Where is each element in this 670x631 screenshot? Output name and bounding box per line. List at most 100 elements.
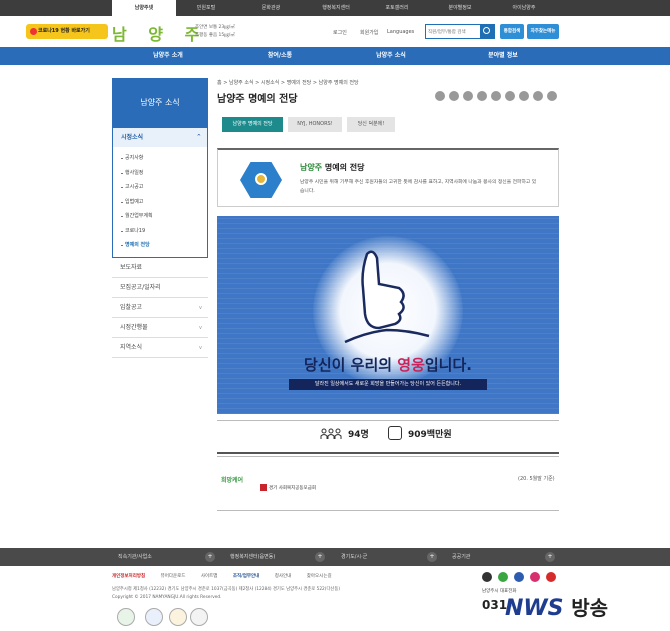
sidebar-item-label: 시정간행물 — [120, 323, 148, 331]
footer-select-public[interactable]: 공공기관 — [452, 548, 470, 566]
sidebar-item-bid[interactable]: 입찰공고 v — [112, 298, 208, 318]
partner-name: 경기 사회복지공동모금회 — [269, 486, 316, 491]
data-basis-note: (20. 5월말 기준) — [518, 476, 555, 482]
headline-part-a: 당신이 우리의 — [304, 356, 398, 374]
site-logo[interactable]: 남 양 주 — [112, 21, 207, 45]
sidebar-item-covid[interactable]: 코로나19 — [113, 224, 207, 239]
gnb-item-news[interactable]: 남양주 소식 — [331, 47, 451, 65]
left-sidebar: 남양주 소식 시정소식 공지사항 행사일정 고시공고 입법예고 월간업무계획 코… — [112, 78, 208, 358]
air-quality: 조안면 보통 23㎍/㎥ 호평동 좋음 15㎍/㎥ — [195, 24, 235, 40]
kakao-icon[interactable] — [491, 91, 501, 101]
sidebar-item-label: 입찰공고 — [120, 303, 143, 311]
plus-icon[interactable]: + — [315, 552, 325, 562]
sidebar-item-label: 보도자료 — [120, 263, 143, 271]
blog-icon[interactable] — [482, 572, 492, 582]
languages-dropdown[interactable]: Languages — [387, 29, 414, 35]
faq-menu-button[interactable]: 자주찾는메뉴 — [527, 24, 559, 39]
gnb-item-participation[interactable]: 참여/소통 — [220, 47, 340, 65]
breadcrumb: 홈 > 남양주 소식 > 시정소식 > 명예의 전당 > 남양주 명예의 전당 — [217, 80, 359, 86]
people-icon — [320, 428, 342, 439]
footer-select-agencies[interactable]: 직속기관/사업소 — [118, 548, 152, 566]
gnb-item-intro[interactable]: 남양주 소개 — [108, 47, 228, 65]
virus-icon — [30, 28, 37, 35]
sidebar-item-label: 모집공고/일자리 — [120, 283, 161, 291]
plus-icon[interactable]: + — [427, 552, 437, 562]
sidebar-group-title[interactable]: 시정소식 — [113, 128, 207, 147]
naver-blog-icon[interactable] — [477, 91, 487, 101]
footer-link-org[interactable]: 조직/업무안내 — [233, 574, 259, 579]
facebook-icon[interactable] — [514, 572, 524, 582]
footer-select-gyeonggi[interactable]: 경기도/시·군 — [341, 548, 367, 566]
partner-logo-hope-care[interactable]: 희망케어 — [221, 477, 243, 484]
facebook-icon[interactable] — [463, 91, 473, 101]
plus-icon[interactable]: + — [205, 552, 215, 562]
footer-link-privacy[interactable]: 개인정보처리방침 — [112, 574, 145, 579]
sidebar-item-recruit[interactable]: 모집공고/일자리 — [112, 278, 208, 298]
divider-strong — [217, 452, 559, 454]
donor-count: 94명 — [348, 430, 369, 440]
sidebar-item-hall-of-fame[interactable]: 명예의 전당 — [113, 238, 207, 253]
sidebar-item-publications[interactable]: 시정간행물 v — [112, 318, 208, 338]
join-link[interactable]: 회원가입 — [360, 29, 378, 36]
top-site-bar: 남양주넷 민원포털 문화관광 행정복지센터 포토갤러리 분야별정보 아이남양주 — [0, 0, 670, 16]
youtube-icon[interactable] — [546, 572, 556, 582]
sidebar-item-events[interactable]: 행사일정 — [113, 166, 207, 181]
plus-icon[interactable]: + — [545, 552, 555, 562]
donation-amount: 909백만원 — [408, 430, 452, 440]
footer-link-building[interactable]: 청사안내 — [275, 574, 292, 579]
sidebar-item-legislation[interactable]: 입법예고 — [113, 195, 207, 210]
topbar-tab-nyj[interactable]: 남양주넷 — [112, 0, 176, 16]
banner-subtext: 달라진 일상에서도 새로운 희망을 만들어가는 당신이 있어 든든합니다. — [289, 379, 487, 390]
air-quality-line-1: 조안면 보통 23㎍/㎥ — [195, 25, 235, 30]
chevron-down-icon: v — [199, 304, 202, 311]
search-input[interactable] — [428, 27, 480, 37]
naver-icon[interactable] — [498, 572, 508, 582]
footer-link-directions[interactable]: 찾아오시는길 — [307, 574, 332, 579]
certification-badge — [145, 608, 163, 626]
topbar-tab-admin[interactable]: 행정복지센터 — [305, 0, 367, 16]
zoom-out-icon[interactable] — [533, 91, 543, 101]
partner-logo-community-chest[interactable]: 경기 사회복지공동모금회 — [260, 484, 316, 491]
footer-address: 남양주시청 제1청사 (12232) 경기도 남양주시 경춘로 1037(금곡동… — [112, 586, 340, 602]
tab-thanks[interactable]: 당신 덕분에! — [347, 117, 395, 132]
topbar-tab-kids[interactable]: 아이남양주 — [494, 0, 554, 16]
footer-select-dong[interactable]: 행정복지센터(읍면동) — [230, 548, 275, 566]
award-badge — [190, 608, 208, 626]
search-button[interactable] — [480, 25, 494, 38]
link-copy-icon[interactable] — [519, 91, 529, 101]
gnb-item-fields[interactable]: 분야별 정보 — [443, 47, 563, 65]
hero-banner: 당신이 우리의 영웅입니다. 달라진 일상에서도 새로운 희망을 만들어가는 당… — [217, 216, 559, 414]
twitter-icon[interactable] — [449, 91, 459, 101]
print-icon[interactable] — [435, 91, 445, 101]
topbar-tab-minwon[interactable]: 민원포털 — [176, 0, 236, 16]
login-link[interactable]: 로그인 — [333, 29, 347, 36]
footer-link-viewer[interactable]: 뷰어다운로드 — [161, 574, 186, 579]
sidebar-item-monthly-plan[interactable]: 월간업무계획 — [113, 209, 207, 224]
instagram-icon[interactable] — [530, 572, 540, 582]
integrated-search-button[interactable]: 통합검색 — [500, 24, 524, 39]
topbar-tab-field[interactable]: 분야별정보 — [430, 0, 490, 16]
search-icon — [483, 27, 490, 34]
sidebar-item-label: 지역소식 — [120, 343, 143, 351]
sidebar-item-local-news[interactable]: 지역소식 v — [112, 338, 208, 358]
search-box — [425, 24, 495, 39]
chevron-down-icon: v — [199, 324, 202, 331]
sidebar-item-announce[interactable]: 고시공고 — [113, 180, 207, 195]
footer-related-sites: 직속기관/사업소 + 행정복지센터(읍면동) + 경기도/시·군 + 공공기관 … — [0, 548, 670, 566]
topbar-tab-culture[interactable]: 문화관광 — [240, 0, 302, 16]
sidebar-item-notice[interactable]: 공지사항 — [113, 151, 207, 166]
footer-link-sitemap[interactable]: 사이트맵 — [201, 574, 218, 579]
covid-link-button[interactable]: 코로나19 현황 바로가기 — [26, 24, 108, 39]
sidebar-item-press[interactable]: 보도자료 — [112, 258, 208, 278]
tab-honors[interactable]: NYJ, HONORS! — [288, 117, 342, 132]
topbar-tab-photo[interactable]: 포토갤러리 — [367, 0, 427, 16]
medal-icon — [240, 162, 282, 198]
band-icon[interactable] — [505, 91, 515, 101]
footer-copyright: Copyright © 2017 NAMYANGJU.All rights Re… — [112, 595, 222, 600]
divider — [217, 456, 559, 457]
covid-label: 코로나19 현황 바로가기 — [38, 28, 90, 34]
tab-hall-of-fame[interactable]: 남양주 명예의 전당 — [222, 117, 283, 132]
zoom-in-icon[interactable] — [547, 91, 557, 101]
intro-box: 남양주 명예의 전당 남양주 시민을 위해 기부해 주신 후원자들의 고귀한 뜻… — [217, 148, 559, 207]
main-nav: 남양주 소개 참여/소통 남양주 소식 분야별 정보 — [0, 47, 670, 65]
